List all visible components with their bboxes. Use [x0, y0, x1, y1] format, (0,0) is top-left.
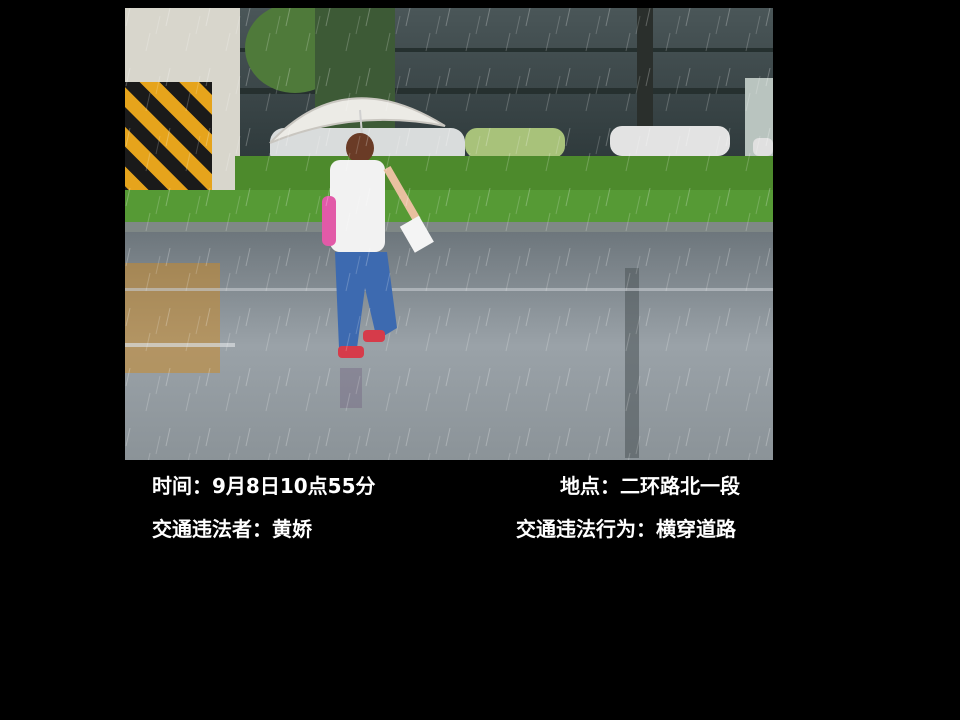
caption-violator: 交通违法者：黄娇	[152, 517, 312, 541]
caption-time: 时间：9月8日10点55分	[152, 474, 376, 498]
photo-illustration	[125, 8, 773, 460]
slide: 时间：9月8日10点55分 地点：二环路北一段 交通违法者：黄娇 交通违法行为：…	[0, 0, 960, 720]
caption-block: 时间：9月8日10点55分 地点：二环路北一段 交通违法者：黄娇 交通违法行为：…	[125, 460, 773, 550]
caption-behavior: 交通违法行为：横穿道路	[516, 517, 736, 541]
news-photo	[125, 8, 773, 460]
caption-location: 地点：二环路北一段	[560, 474, 740, 498]
rain-overlay	[125, 8, 773, 460]
